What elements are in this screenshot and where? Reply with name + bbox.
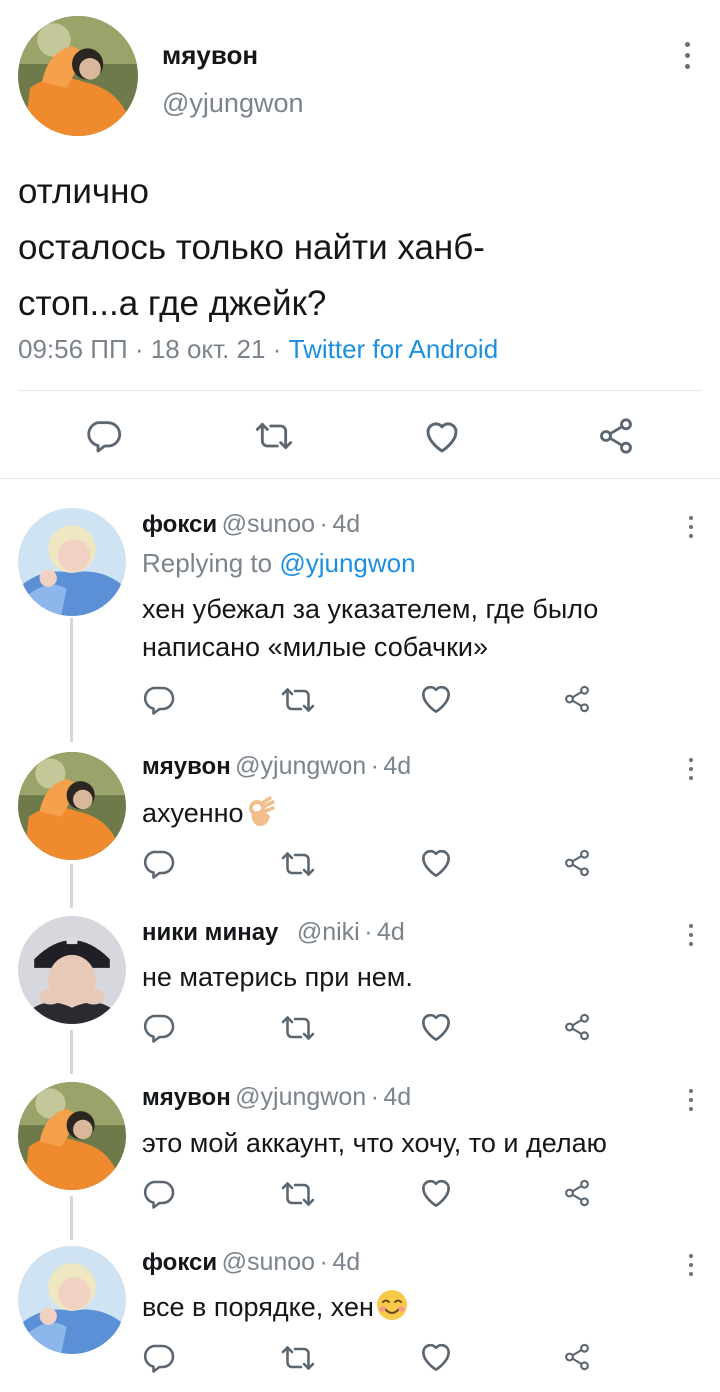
reply-text: это мой аккаунт, что хочу, то и делаю	[142, 1124, 607, 1162]
ok-hand-emoji-icon	[246, 796, 276, 838]
like-icon[interactable]	[417, 1174, 455, 1212]
share-icon[interactable]	[562, 684, 592, 714]
separator: ·	[370, 1083, 379, 1111]
author-display-name[interactable]: мяувон	[162, 40, 258, 71]
reply-text: все в порядке, хен	[142, 1288, 409, 1332]
tweet-text-line: стоп...а где джейк?	[18, 284, 327, 323]
retweet-icon[interactable]	[280, 682, 316, 718]
author-handle[interactable]: @sunoo	[222, 510, 316, 538]
retweet-icon[interactable]	[280, 846, 316, 882]
separator: ·	[319, 510, 328, 538]
author-handle[interactable]: @yjungwon	[162, 88, 304, 119]
reply-icon[interactable]	[140, 1176, 176, 1212]
retweet-icon[interactable]	[280, 1176, 316, 1212]
share-icon[interactable]	[562, 1342, 592, 1372]
reply-age: 4d	[332, 1248, 361, 1276]
author-handle[interactable]: @yjungwon	[235, 752, 366, 780]
reply-text-line: все в порядке, хен	[142, 1292, 374, 1322]
reply-header: ники минау @niki · 4d	[142, 918, 405, 947]
more-options-icon[interactable]	[688, 758, 694, 780]
author-display-name[interactable]: фокси	[142, 511, 217, 538]
share-icon[interactable]	[562, 1012, 592, 1042]
author-handle[interactable]: @niki	[297, 918, 360, 946]
reply-text: ахуенно	[142, 794, 276, 838]
reply-icon[interactable]	[140, 682, 176, 718]
thread-line	[70, 618, 73, 742]
replying-to: Replying to @yjungwon	[142, 548, 416, 579]
author-display-name[interactable]: ники минау	[142, 919, 278, 946]
reply-header: мяувон @yjungwon · 4d	[142, 752, 411, 781]
like-icon[interactable]	[417, 844, 455, 882]
retweet-icon[interactable]	[280, 1340, 316, 1376]
reply-text-line: хен убежал за указателем, где было	[142, 594, 599, 624]
reply-header: фокси @sunoo · 4d	[142, 1248, 360, 1277]
more-options-icon[interactable]	[688, 1089, 694, 1111]
avatar[interactable]	[18, 916, 126, 1024]
author-handle[interactable]: @sunoo	[222, 1248, 316, 1276]
tweet-metadata: 09:56 ПП · 18 окт. 21 · Twitter for Andr…	[18, 334, 498, 365]
reply-icon[interactable]	[83, 416, 123, 456]
reply-text-line: это мой аккаунт, что хочу, то и делаю	[142, 1128, 607, 1158]
author-handle[interactable]: @yjungwon	[235, 1083, 366, 1111]
reply-text-line: написано «милые собачки»	[142, 632, 488, 662]
reply-icon[interactable]	[140, 1340, 176, 1376]
separator: ·	[370, 752, 379, 780]
tweet-time: 09:56 ПП	[18, 334, 128, 364]
like-icon[interactable]	[417, 680, 455, 718]
avatar[interactable]	[18, 1246, 126, 1354]
divider	[18, 390, 702, 391]
more-options-icon[interactable]	[688, 516, 694, 538]
more-options-icon[interactable]	[684, 42, 690, 69]
reply-icon[interactable]	[140, 1010, 176, 1046]
share-icon[interactable]	[596, 416, 636, 456]
replying-to-label: Replying to	[142, 548, 273, 578]
separator: ·	[272, 334, 282, 364]
thread-line	[70, 864, 73, 908]
tweet-text-line: осталось только найти ханб-	[18, 228, 485, 267]
author-display-name[interactable]: мяувон	[142, 753, 231, 780]
section-divider	[0, 478, 720, 479]
reply-age: 4d	[332, 510, 361, 538]
separator: ·	[319, 1248, 328, 1276]
tweet-text-line: отлично	[18, 172, 149, 211]
avatar[interactable]	[18, 1082, 126, 1190]
reply-text: не матерись при нем.	[142, 958, 413, 996]
replying-to-handle[interactable]: @yjungwon	[279, 548, 415, 578]
reply-text-line: не матерись при нем.	[142, 962, 413, 992]
share-icon[interactable]	[562, 848, 592, 878]
more-options-icon[interactable]	[688, 1254, 694, 1276]
tweet-text: отлично осталось только найти ханб- стоп…	[18, 164, 485, 332]
reply-age: 4d	[383, 1083, 412, 1111]
smiling-blush-emoji-icon	[375, 1288, 409, 1332]
share-icon[interactable]	[562, 1178, 592, 1208]
more-options-icon[interactable]	[688, 924, 694, 946]
separator: ·	[364, 918, 373, 946]
avatar[interactable]	[18, 752, 126, 860]
author-display-name[interactable]: мяувон	[142, 1084, 231, 1111]
tweet-date: 18 окт. 21	[150, 334, 266, 364]
author-display-name[interactable]: фокси	[142, 1249, 217, 1276]
avatar[interactable]	[18, 16, 138, 136]
reply-age: 4d	[383, 752, 412, 780]
reply-icon[interactable]	[140, 846, 176, 882]
reply-age: 4d	[376, 918, 405, 946]
retweet-icon[interactable]	[280, 1010, 316, 1046]
retweet-icon[interactable]	[254, 416, 294, 456]
reply-header: мяувон @yjungwon · 4d	[142, 1083, 411, 1112]
reply-text-line: ахуенно	[142, 798, 244, 828]
like-icon[interactable]	[417, 1338, 455, 1376]
thread-line	[70, 1030, 73, 1074]
avatar[interactable]	[18, 508, 126, 616]
reply-text: хен убежал за указателем, где было напис…	[142, 590, 598, 666]
separator: ·	[134, 334, 144, 364]
tweet-source-link[interactable]: Twitter for Android	[289, 334, 499, 364]
reply-header: фокси @sunoo · 4d	[142, 510, 360, 539]
like-icon[interactable]	[421, 416, 463, 458]
thread-line	[70, 1196, 73, 1240]
like-icon[interactable]	[417, 1008, 455, 1046]
